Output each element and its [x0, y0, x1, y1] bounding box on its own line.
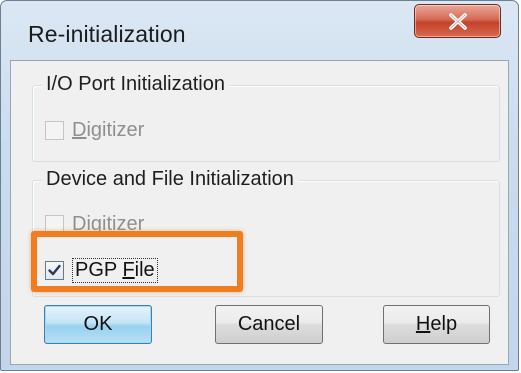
device-file-group: Device and File Initialization Digitizer… [32, 168, 500, 297]
pgp-file-label: PGP File [72, 258, 158, 283]
io-port-group: I/O Port Initialization Digitizer [32, 73, 500, 162]
device-digitizer-checkbox[interactable] [45, 215, 64, 234]
device-digitizer-label: Digitizer [72, 213, 145, 235]
io-digitizer-label: Digitizer [72, 119, 145, 141]
close-button[interactable] [414, 4, 501, 38]
io-digitizer-checkbox-row[interactable]: Digitizer [45, 119, 144, 142]
dialog-window: Re-initialization I/O Port Initializatio… [0, 0, 519, 371]
io-port-group-title: I/O Port Initialization [42, 73, 229, 96]
device-digitizer-checkbox-row[interactable]: Digitizer [45, 213, 144, 236]
pgp-file-checkbox-row[interactable]: PGP File [45, 258, 158, 283]
io-digitizer-checkbox[interactable] [45, 121, 64, 140]
help-button[interactable]: Help [383, 305, 490, 344]
title-bar[interactable]: Re-initialization [1, 1, 518, 61]
close-icon [449, 13, 467, 30]
checkmark-icon [48, 264, 61, 276]
cancel-button[interactable]: Cancel [215, 305, 323, 344]
dialog-client-area: I/O Port Initialization Digitizer Device… [10, 60, 509, 365]
ok-button[interactable]: OK [44, 305, 152, 344]
device-file-group-title: Device and File Initialization [42, 168, 298, 191]
pgp-file-checkbox[interactable] [45, 261, 64, 280]
window-title: Re-initialization [28, 21, 186, 47]
